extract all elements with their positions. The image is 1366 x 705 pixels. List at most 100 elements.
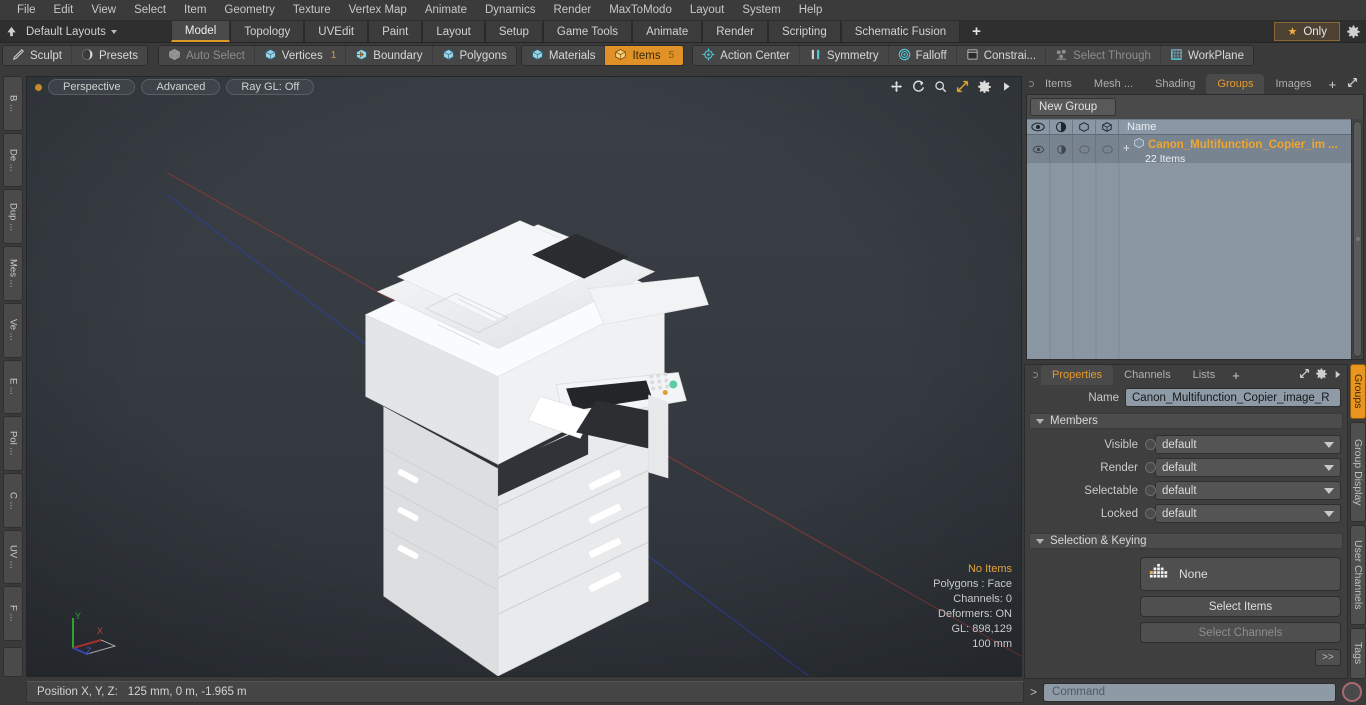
menu-item-layout[interactable]: Layout	[681, 0, 734, 21]
member-indicator-icon[interactable]	[1145, 485, 1156, 496]
members-section-header[interactable]: Members	[1029, 413, 1343, 429]
layout-tab-scripting[interactable]: Scripting	[767, 21, 841, 42]
panel-tab-mesh[interactable]: Mesh ...	[1083, 74, 1144, 94]
layout-tab-paint[interactable]: Paint	[368, 21, 423, 42]
right-vtab-group-display[interactable]: Group Display	[1350, 422, 1366, 523]
layout-tab-schematic-fusion[interactable]: Schematic Fusion	[840, 21, 961, 42]
group-list-scrollbar[interactable]	[1351, 119, 1363, 359]
right-vtab-tags[interactable]: Tags	[1350, 628, 1366, 679]
zoom-icon[interactable]	[934, 80, 947, 98]
left-strip-tab-9[interactable]: F ...	[3, 586, 23, 642]
menu-item-dynamics[interactable]: Dynamics	[476, 0, 544, 21]
tool-action-center[interactable]: Action Center	[693, 46, 800, 65]
left-strip-tab-1[interactable]: De ...	[3, 132, 23, 188]
cube-wire-icon[interactable]	[1096, 120, 1119, 134]
fit-icon[interactable]	[956, 80, 969, 98]
left-strip-tab-8[interactable]: UV ...	[3, 529, 23, 585]
right-vtab-user-channels[interactable]: User Channels	[1350, 525, 1366, 626]
menu-item-render[interactable]: Render	[544, 0, 600, 21]
table-row[interactable]: + Canon_Multifunction_Copier_im ... 22 I…	[1027, 135, 1351, 165]
layout-settings-gear-icon[interactable]	[1340, 21, 1366, 42]
member-indicator-icon[interactable]	[1145, 439, 1156, 450]
row-eye-icon[interactable]	[1027, 135, 1050, 163]
viewport-projection-button[interactable]: Perspective	[48, 79, 136, 95]
gear-icon[interactable]	[978, 80, 991, 98]
tool-boundary[interactable]: Boundary	[346, 46, 433, 65]
eye-icon[interactable]	[1027, 120, 1050, 134]
tool-auto-select[interactable]: Auto Select	[159, 46, 255, 65]
row-render-icon[interactable]	[1050, 135, 1073, 163]
panel-tab-groups[interactable]: Groups	[1206, 74, 1265, 94]
menu-item-view[interactable]: View	[82, 0, 125, 21]
menu-item-texture[interactable]: Texture	[284, 0, 340, 21]
member-dropdown-visible[interactable]: default	[1155, 435, 1341, 454]
menu-item-edit[interactable]: Edit	[45, 0, 83, 21]
viewport-raygl-button[interactable]: Ray GL: Off	[226, 79, 315, 95]
tool-polygons[interactable]: Polygons	[433, 46, 516, 65]
layout-tab-setup[interactable]: Setup	[484, 21, 543, 42]
properties-tab-properties[interactable]: Properties	[1041, 365, 1114, 385]
tool-workplane[interactable]: WorkPlane	[1161, 46, 1253, 65]
layout-tab-topology[interactable]: Topology	[230, 21, 305, 42]
member-indicator-icon[interactable]	[1145, 462, 1156, 473]
row-visibility-toggle[interactable]	[1073, 135, 1096, 163]
properties-chevron-right-icon[interactable]	[1333, 366, 1342, 384]
tool-items[interactable]: Items 5	[605, 46, 684, 65]
tool-select-through[interactable]: Select Through	[1046, 46, 1161, 65]
menu-item-help[interactable]: Help	[790, 0, 832, 21]
panel-tab-shading[interactable]: Shading	[1144, 74, 1206, 94]
group-list-empty-area[interactable]	[1027, 163, 1351, 359]
tool-sculpt[interactable]: Sculpt	[3, 46, 72, 65]
layout-tab-layout[interactable]: Layout	[422, 21, 485, 42]
command-record-button[interactable]	[1342, 682, 1362, 702]
properties-tab-channels[interactable]: Channels	[1113, 365, 1181, 385]
left-strip-tab-3[interactable]: Mes ...	[3, 246, 23, 301]
only-toggle-button[interactable]: ★ Only	[1274, 22, 1340, 41]
menu-item-animate[interactable]: Animate	[416, 0, 476, 21]
3d-viewport[interactable]: Perspective Advanced Ray GL: Off Y X Z N…	[26, 76, 1022, 677]
properties-tab-lists[interactable]: Lists	[1182, 365, 1227, 385]
layout-tab-game-tools[interactable]: Game Tools	[542, 21, 633, 42]
menu-item-geometry[interactable]: Geometry	[215, 0, 284, 21]
rotate-icon[interactable]	[912, 80, 925, 98]
member-dropdown-selectable[interactable]: default	[1155, 481, 1341, 500]
member-indicator-icon[interactable]	[1145, 508, 1156, 519]
home-icon[interactable]	[0, 21, 22, 42]
left-strip-tab-4[interactable]: Ve ...	[3, 302, 23, 358]
add-layout-tab-button[interactable]: +	[960, 21, 993, 42]
tool-vertices[interactable]: Vertices 1	[255, 46, 347, 65]
expand-row-icon[interactable]: +	[1123, 142, 1130, 154]
left-strip-tab-7[interactable]: C ...	[3, 472, 23, 528]
layout-tab-animate[interactable]: Animate	[632, 21, 703, 42]
menu-item-item[interactable]: Item	[175, 0, 215, 21]
keying-mode-button[interactable]: None	[1140, 557, 1341, 591]
menu-item-system[interactable]: System	[733, 0, 789, 21]
left-strip-tab-5[interactable]: E ...	[3, 359, 23, 415]
right-vtab-groups[interactable]: Groups	[1350, 364, 1366, 420]
tool-falloff[interactable]: Falloff	[889, 46, 957, 65]
properties-expand-icon[interactable]	[1299, 366, 1310, 384]
menu-item-maxtomodo[interactable]: MaxToModo	[600, 0, 681, 21]
left-strip-tab-0[interactable]: B ...	[3, 76, 23, 131]
group-name-input[interactable]: Canon_Multifunction_Copier_image_R	[1125, 388, 1341, 407]
left-strip-extra-button[interactable]	[3, 647, 23, 677]
panel-tab-items[interactable]: Items	[1034, 74, 1083, 94]
left-strip-tab-2[interactable]: Dup ...	[3, 189, 23, 245]
viewport-shading-button[interactable]: Advanced	[141, 79, 221, 95]
properties-menu-icon[interactable]	[1029, 365, 1041, 385]
select-items-button[interactable]: Select Items	[1140, 596, 1341, 617]
command-input[interactable]: Command	[1043, 682, 1336, 702]
panel-tab-images[interactable]: Images	[1264, 74, 1322, 94]
properties-gear-icon[interactable]	[1316, 366, 1327, 384]
menu-item-file[interactable]: File	[8, 0, 45, 21]
layout-tab-render[interactable]: Render	[702, 21, 768, 42]
more-options-button[interactable]: >>	[1315, 649, 1341, 666]
cube-outline-icon[interactable]	[1073, 120, 1096, 134]
add-properties-tab-button[interactable]: +	[1226, 365, 1246, 385]
add-panel-tab-button[interactable]: +	[1323, 74, 1343, 94]
left-strip-tab-6[interactable]: Pol ...	[3, 416, 23, 471]
menu-item-select[interactable]: Select	[125, 0, 175, 21]
member-dropdown-render[interactable]: default	[1155, 458, 1341, 477]
tool-presets[interactable]: Presets	[72, 46, 147, 65]
tool-constrai[interactable]: Constrai...	[957, 46, 1047, 65]
